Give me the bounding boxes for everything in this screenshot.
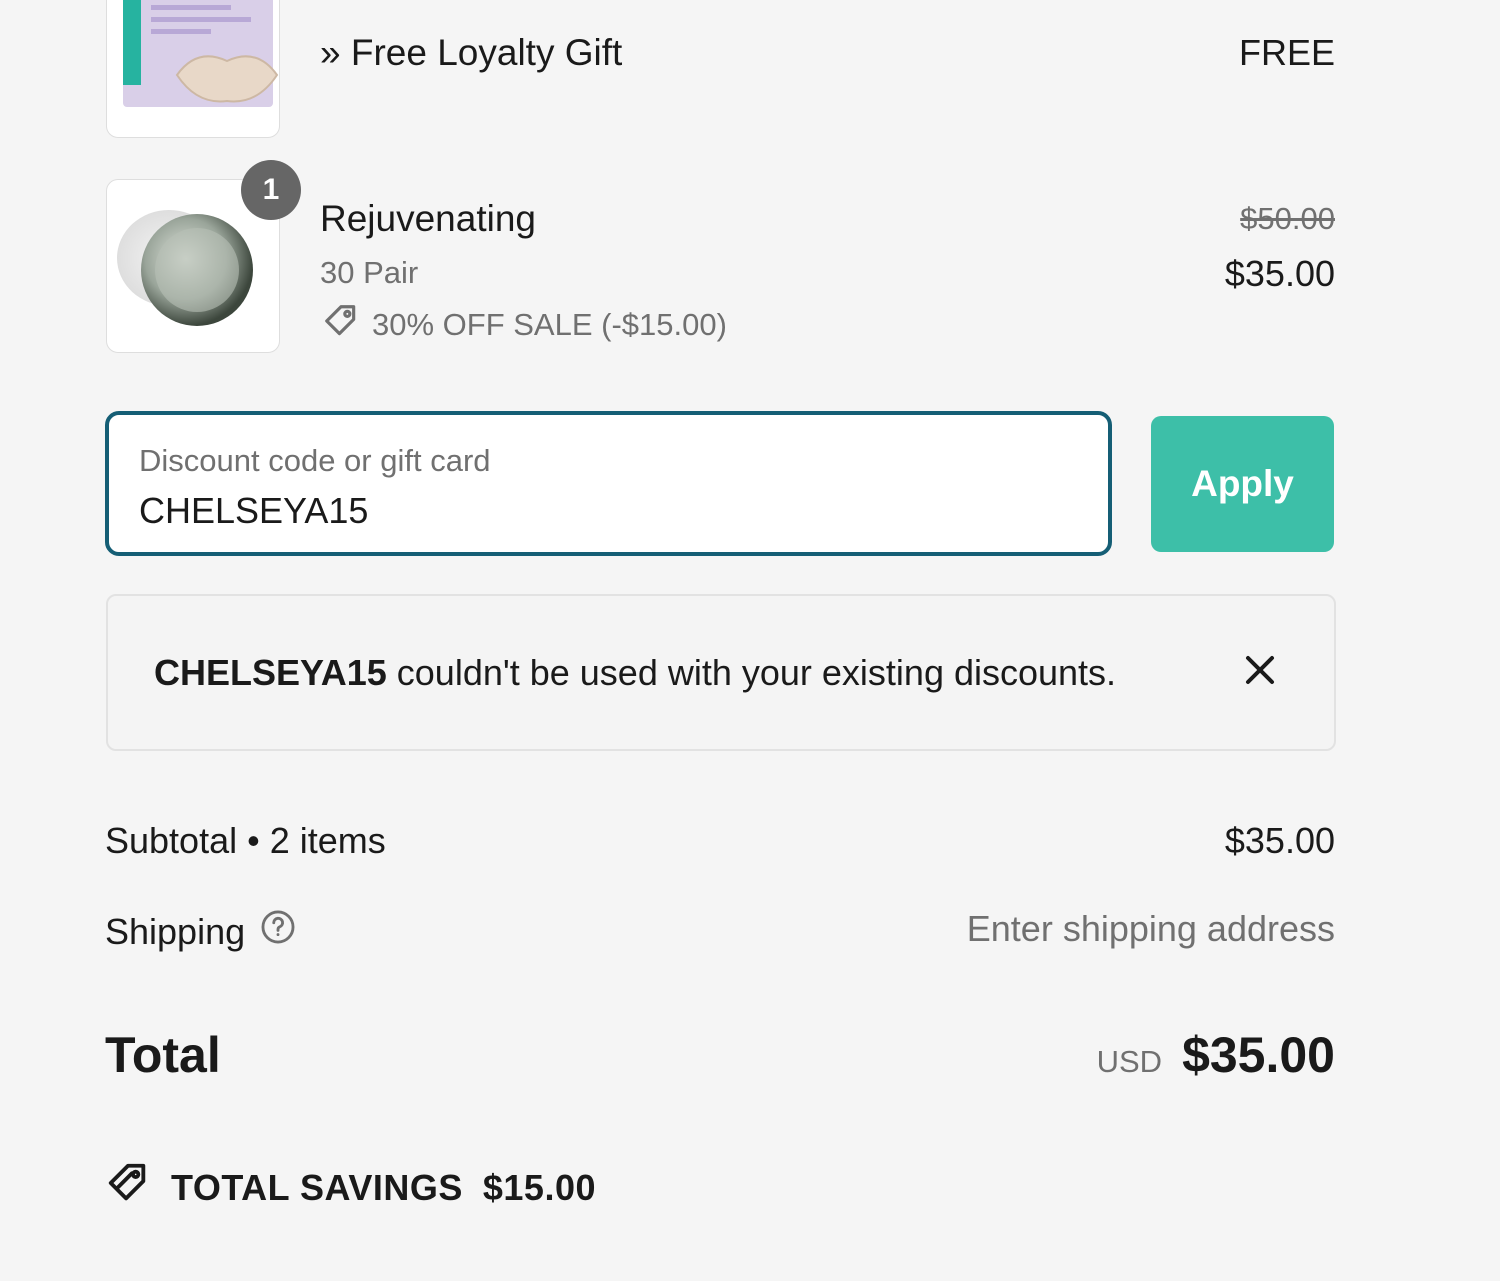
line-item-variant: 30 Pair	[320, 255, 419, 290]
total-value-group: USD $35.00	[1097, 1026, 1335, 1084]
currency-code: USD	[1096, 1044, 1163, 1079]
subtotal-label: Subtotal • 2 items	[105, 820, 386, 861]
quantity-badge: 1	[241, 160, 301, 220]
shipping-value: Enter shipping address	[966, 908, 1335, 949]
compare-at-price: $50.00	[1240, 201, 1335, 236]
discount-error-banner: CHELSEYA15 couldn't be used with your ex…	[106, 594, 1336, 751]
close-icon[interactable]	[1240, 650, 1280, 690]
apply-button[interactable]: Apply	[1151, 416, 1334, 552]
total-label: Total	[105, 1027, 221, 1083]
banner-message: CHELSEYA15 couldn't be used with your ex…	[154, 652, 1116, 694]
savings-label: TOTAL SAVINGS	[171, 1166, 463, 1208]
total-savings: TOTAL SAVINGS $15.00	[105, 1160, 596, 1215]
lip-mask-box-image	[107, 0, 279, 137]
line-item-discount: 30% OFF SALE (-$15.00)	[322, 302, 727, 348]
shipping-row: Shipping	[105, 908, 297, 955]
subtotal-value: $35.00	[1224, 820, 1335, 861]
line-item-title: » Free Loyalty Gift	[320, 32, 623, 73]
discount-code-field[interactable]: Discount code or gift card	[105, 411, 1112, 556]
product-thumbnail: 1	[106, 160, 301, 353]
total-amount: $35.00	[1182, 1027, 1335, 1083]
banner-code: CHELSEYA15	[154, 652, 387, 693]
help-icon[interactable]	[259, 908, 297, 955]
line-item-price: $35.00	[1224, 253, 1335, 294]
line-item-price: FREE	[1238, 32, 1335, 73]
discount-field-label: Discount code or gift card	[139, 443, 491, 478]
discount-code-input[interactable]	[139, 489, 1039, 533]
tag-icon	[322, 302, 360, 348]
line-item-title: Rejuvenating	[320, 198, 536, 239]
product-thumbnail	[106, 0, 280, 138]
discount-label: 30% OFF SALE (-$15.00)	[372, 307, 727, 342]
tag-icon	[105, 1160, 151, 1215]
banner-text: couldn't be used with your existing disc…	[386, 652, 1117, 693]
shipping-label: Shipping	[105, 910, 246, 952]
savings-value: $15.00	[482, 1166, 596, 1208]
